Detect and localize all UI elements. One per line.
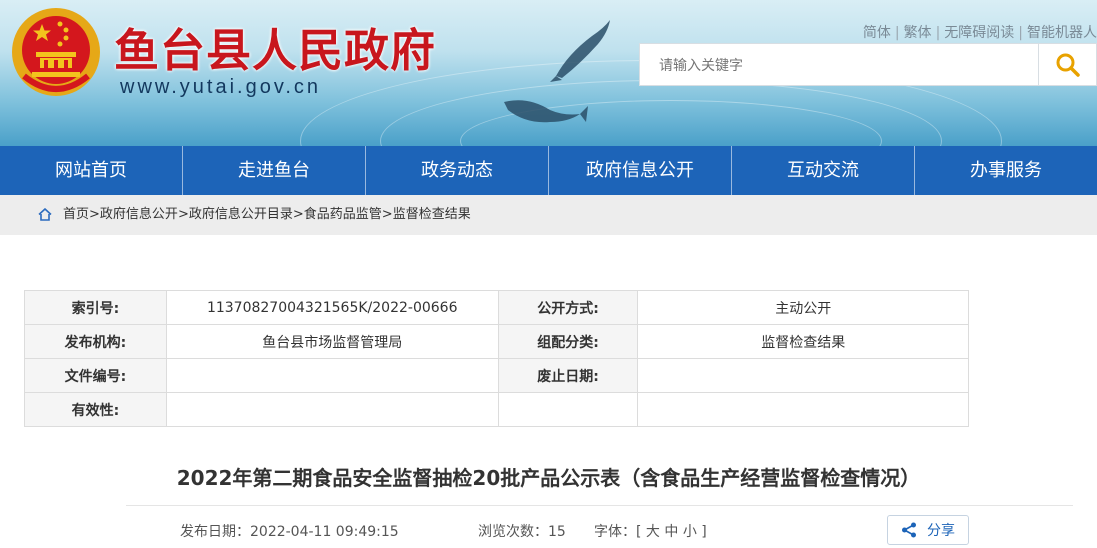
font-size-small-link[interactable]: 小 xyxy=(683,524,697,540)
main-nav: 网站首页 走进鱼台 政务动态 政府信息公开 互动交流 办事服务 xyxy=(0,146,1097,195)
title-divider xyxy=(126,505,1073,506)
breadcrumb-home[interactable]: 首页 xyxy=(63,207,89,222)
doc-no-value xyxy=(165,358,499,393)
nav-item-about-yutai[interactable]: 走进鱼台 xyxy=(183,146,366,195)
disclosure-value: 主动公开 xyxy=(637,290,969,325)
traditional-chinese-link[interactable]: 繁体 xyxy=(904,25,932,41)
share-icon xyxy=(902,522,916,538)
nav-item-news[interactable]: 政务动态 xyxy=(366,146,549,195)
table-row: 发布机构: 鱼台县市场监督管理局 组配分类: 监督检查结果 xyxy=(24,324,969,359)
font-size-large-link[interactable]: 大 xyxy=(646,524,660,540)
fish-icon xyxy=(550,20,610,82)
font-size-medium-link[interactable]: 中 xyxy=(664,524,678,540)
breadcrumb-inspection-results[interactable]: 监督检查结果 xyxy=(393,207,471,222)
category-label: 组配分类: xyxy=(497,324,639,359)
simplified-chinese-link[interactable]: 简体 xyxy=(863,25,891,41)
breadcrumb-gov-info[interactable]: 政府信息公开 xyxy=(100,207,178,222)
site-title: 鱼台县人民政府 xyxy=(114,24,437,77)
national-emblem-icon xyxy=(12,8,100,96)
expiry-label: 废止日期: xyxy=(497,358,639,393)
breadcrumb-food-drug[interactable]: 食品药品监管 xyxy=(304,207,382,222)
publisher-value: 鱼台县市场监督管理局 xyxy=(165,324,499,359)
breadcrumb-gov-info-catalog[interactable]: 政府信息公开目录 xyxy=(189,207,293,222)
smart-robot-link[interactable]: 智能机器人 xyxy=(1027,25,1097,41)
search-button[interactable] xyxy=(1039,43,1097,86)
table-row: 索引号: 11370827004321565K/2022-00666 公开方式:… xyxy=(24,290,969,325)
validity-value xyxy=(165,392,499,427)
expiry-value xyxy=(637,358,969,393)
search-input[interactable] xyxy=(639,43,1039,86)
empty-cell xyxy=(497,392,639,427)
publisher-label: 发布机构: xyxy=(24,324,167,359)
table-row: 有效性: xyxy=(24,392,969,427)
table-row: 文件编号: 废止日期: xyxy=(24,358,969,393)
nav-item-home[interactable]: 网站首页 xyxy=(0,146,183,195)
publish-date: 发布日期：2022-04-11 09:49:15 xyxy=(180,524,399,540)
font-size-switcher: 字体：[ 大 中 小 ] xyxy=(594,521,707,541)
share-label: 分享 xyxy=(927,523,955,539)
breadcrumb-separator: > xyxy=(381,207,393,222)
nav-item-interaction[interactable]: 互动交流 xyxy=(732,146,915,195)
share-button[interactable]: 分享 xyxy=(887,515,969,545)
index-no-value: 11370827004321565K/2022-00666 xyxy=(165,290,499,325)
validity-label: 有效性: xyxy=(24,392,167,427)
home-icon xyxy=(38,208,52,221)
disclosure-label: 公开方式: xyxy=(497,290,639,325)
breadcrumb: 首页>政府信息公开>政府信息公开目录>食品药品监管>监督检查结果 xyxy=(0,195,1097,235)
nav-item-gov-info[interactable]: 政府信息公开 xyxy=(549,146,732,195)
top-links: 简体 | 繁体 | 无障碍阅读 | 智能机器人 xyxy=(862,25,1097,41)
breadcrumb-separator: > xyxy=(89,207,100,222)
breadcrumb-separator: > xyxy=(177,207,189,222)
search-icon xyxy=(1056,53,1080,77)
font-size-bracket: ] xyxy=(701,524,707,540)
font-size-label: 字体：[ xyxy=(594,524,642,540)
fish-icon xyxy=(504,100,588,123)
document-meta-table: 索引号: 11370827004321565K/2022-00666 公开方式:… xyxy=(24,290,969,427)
accessible-reading-link[interactable]: 无障碍阅读 xyxy=(944,25,1014,41)
empty-cell xyxy=(637,392,969,427)
header-banner: 鱼台县人民政府 www.yutai.gov.cn 简体 | 繁体 | 无障碍阅读 | 智能机… xyxy=(0,0,1097,146)
view-count: 浏览次数：15 xyxy=(478,524,566,540)
doc-no-label: 文件编号: xyxy=(24,358,167,393)
site-url: www.yutai.gov.cn xyxy=(120,76,322,98)
article-title: 2022年第二期食品安全监督抽检20批产品公示表（含食品生产经营监督检查情况） xyxy=(176,466,921,490)
category-value: 监督检查结果 xyxy=(637,324,969,359)
breadcrumb-separator: > xyxy=(292,207,304,222)
nav-item-services[interactable]: 办事服务 xyxy=(915,146,1097,195)
index-no-label: 索引号: xyxy=(24,290,167,325)
